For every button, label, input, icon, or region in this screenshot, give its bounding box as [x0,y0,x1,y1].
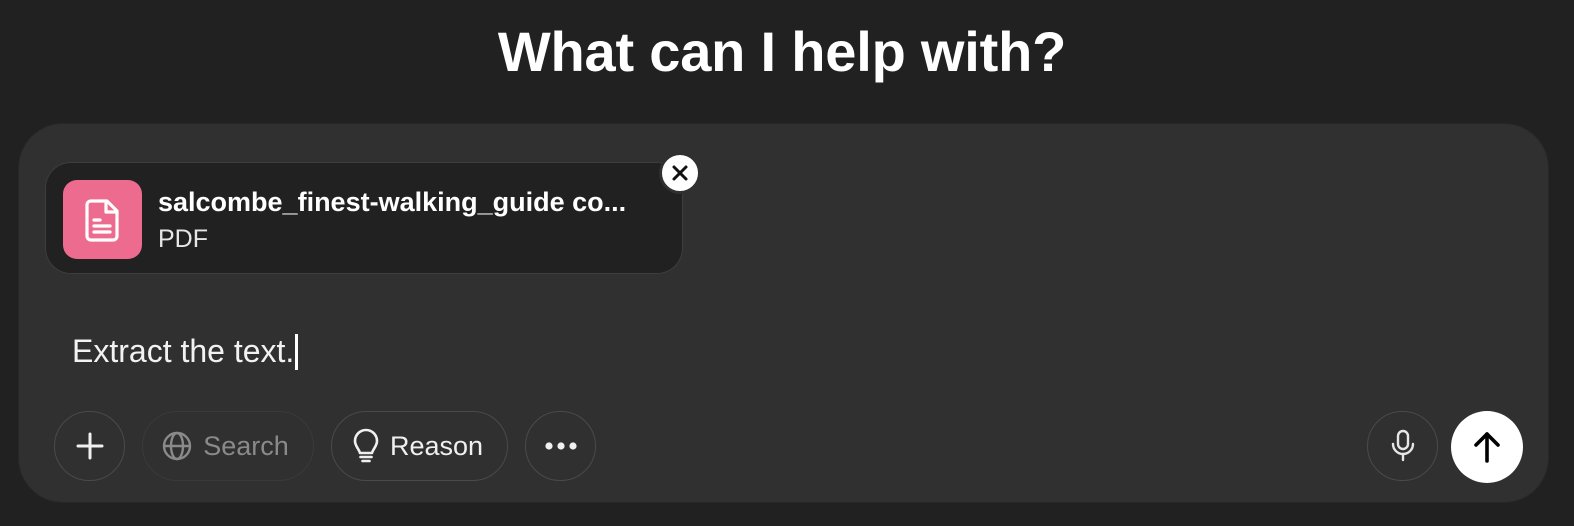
prompt-text: Extract the text. [72,333,295,369]
prompt-input[interactable]: Extract the text. [72,333,299,370]
close-icon [672,165,688,181]
globe-icon [161,430,193,462]
page-title: What can I help with? [497,20,1067,83]
microphone-icon [1391,429,1414,462]
more-options-button[interactable] [525,411,596,481]
send-button[interactable] [1451,411,1523,483]
add-button[interactable] [54,411,125,481]
attachment-file-type: PDF [158,225,208,253]
composer[interactable]: salcombe_finest-walking_guide co... PDF … [19,124,1548,502]
ellipsis-icon [544,442,577,450]
attachment-file-name: salcombe_finest-walking_guide co... [158,187,627,217]
attachment-card[interactable]: salcombe_finest-walking_guide co... PDF [45,162,683,274]
reason-button[interactable]: Reason [331,411,508,481]
search-button-label: Search [203,430,289,461]
text-caret [295,333,299,370]
plus-icon [76,432,103,460]
reason-button-label: Reason [389,430,484,461]
document-icon [63,180,142,259]
remove-attachment-button[interactable] [659,152,701,194]
arrow-up-icon [1474,432,1500,463]
lightbulb-icon [352,428,380,464]
microphone-button[interactable] [1367,411,1438,481]
search-button[interactable]: Search [142,411,314,481]
